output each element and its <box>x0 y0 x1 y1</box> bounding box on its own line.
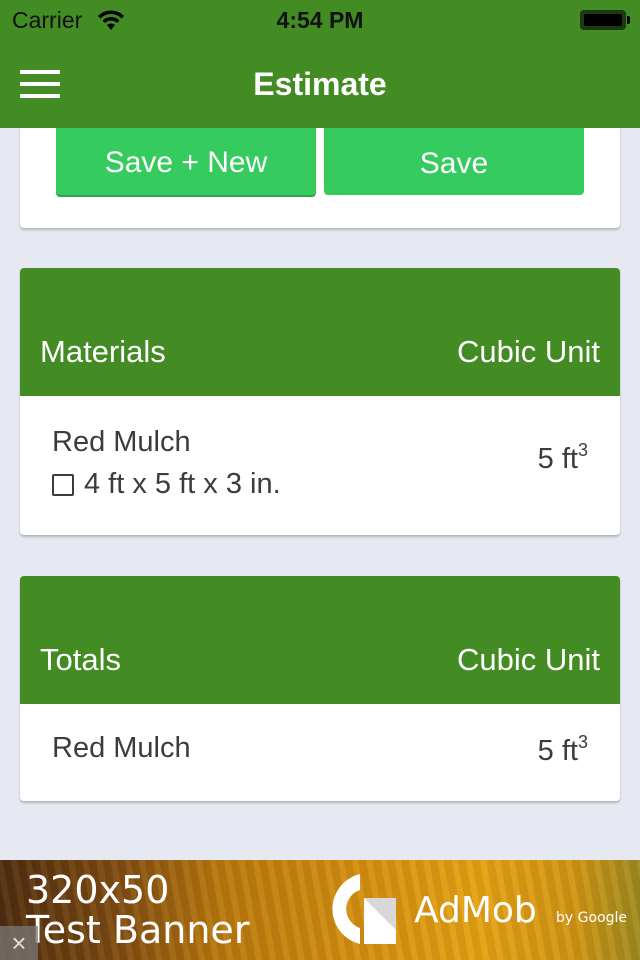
close-icon[interactable]: × <box>0 926 38 960</box>
unit-exponent: 3 <box>577 732 588 752</box>
materials-unit-heading: Cubic Unit <box>457 334 600 369</box>
ad-banner[interactable]: 320x50 Test Banner AdMob by Google × <box>0 860 640 960</box>
battery-icon <box>580 10 630 30</box>
material-dimensions: 4 ft x 5 ft x 3 in. <box>52 468 281 501</box>
material-row[interactable]: Red Mulch 4 ft x 5 ft x 3 in. 5 ft3 <box>20 396 620 535</box>
navigation-bar: Estimate <box>0 40 640 128</box>
top-bar: Carrier 4:54 PM Estimate <box>0 0 640 128</box>
materials-card: Materials Cubic Unit Red Mulch 4 ft x 5 … <box>20 268 620 535</box>
total-quantity: 5 ft3 <box>538 732 588 768</box>
totals-card: Totals Cubic Unit Red Mulch 5 ft3 <box>20 576 620 801</box>
totals-unit-heading: Cubic Unit <box>457 642 600 677</box>
ad-text: 320x50 Test Banner <box>26 870 249 950</box>
material-checkbox[interactable] <box>52 473 74 496</box>
ad-brand: AdMob <box>414 890 537 931</box>
totals-header: Totals Cubic Unit <box>20 576 620 704</box>
material-name: Red Mulch <box>52 426 191 458</box>
admob-logo-icon <box>332 874 396 944</box>
unit-exponent: 3 <box>577 440 588 460</box>
quantity-value: 5 ft <box>537 735 578 767</box>
total-row: Red Mulch 5 ft3 <box>20 704 620 801</box>
ad-line-1: 320x50 <box>26 868 170 912</box>
dimensions-text: 4 ft x 5 ft x 3 in. <box>84 468 281 500</box>
materials-header: Materials Cubic Unit <box>20 268 620 396</box>
status-bar: Carrier 4:54 PM <box>0 0 640 40</box>
ad-line-2: Test Banner <box>26 908 250 952</box>
totals-heading: Totals <box>40 642 121 677</box>
total-name: Red Mulch <box>52 732 191 764</box>
materials-heading: Materials <box>40 334 166 369</box>
quantity-value: 5 ft <box>537 443 578 475</box>
status-time: 4:54 PM <box>276 7 364 33</box>
ad-by-google: by Google <box>556 910 627 926</box>
page-title: Estimate <box>253 66 387 102</box>
screen: Carrier 4:54 PM Estimate Save + New Save… <box>0 0 640 960</box>
material-quantity: 5 ft3 <box>538 440 588 476</box>
